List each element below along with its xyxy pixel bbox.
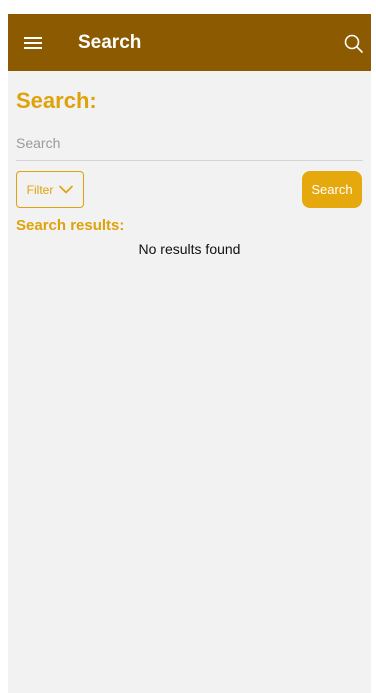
chevron-down-icon — [59, 185, 74, 194]
search-input[interactable] — [16, 125, 363, 161]
menu-button[interactable] — [20, 30, 46, 56]
page-title: Search — [78, 32, 142, 53]
app-screen: Search Search: Filter Search Search resu… — [8, 14, 371, 693]
hamburger-menu-icon — [24, 37, 42, 49]
search-heading: Search: — [16, 88, 97, 113]
app-bar: Search — [8, 14, 371, 71]
appbar-search-button[interactable] — [341, 31, 367, 57]
filter-button[interactable]: Filter — [16, 171, 84, 208]
filter-label: Filter — [26, 182, 54, 197]
no-results-message: No results found — [138, 241, 241, 257]
results-heading: Search results: — [16, 217, 125, 234]
search-icon — [344, 34, 363, 53]
search-button[interactable]: Search — [302, 171, 362, 208]
